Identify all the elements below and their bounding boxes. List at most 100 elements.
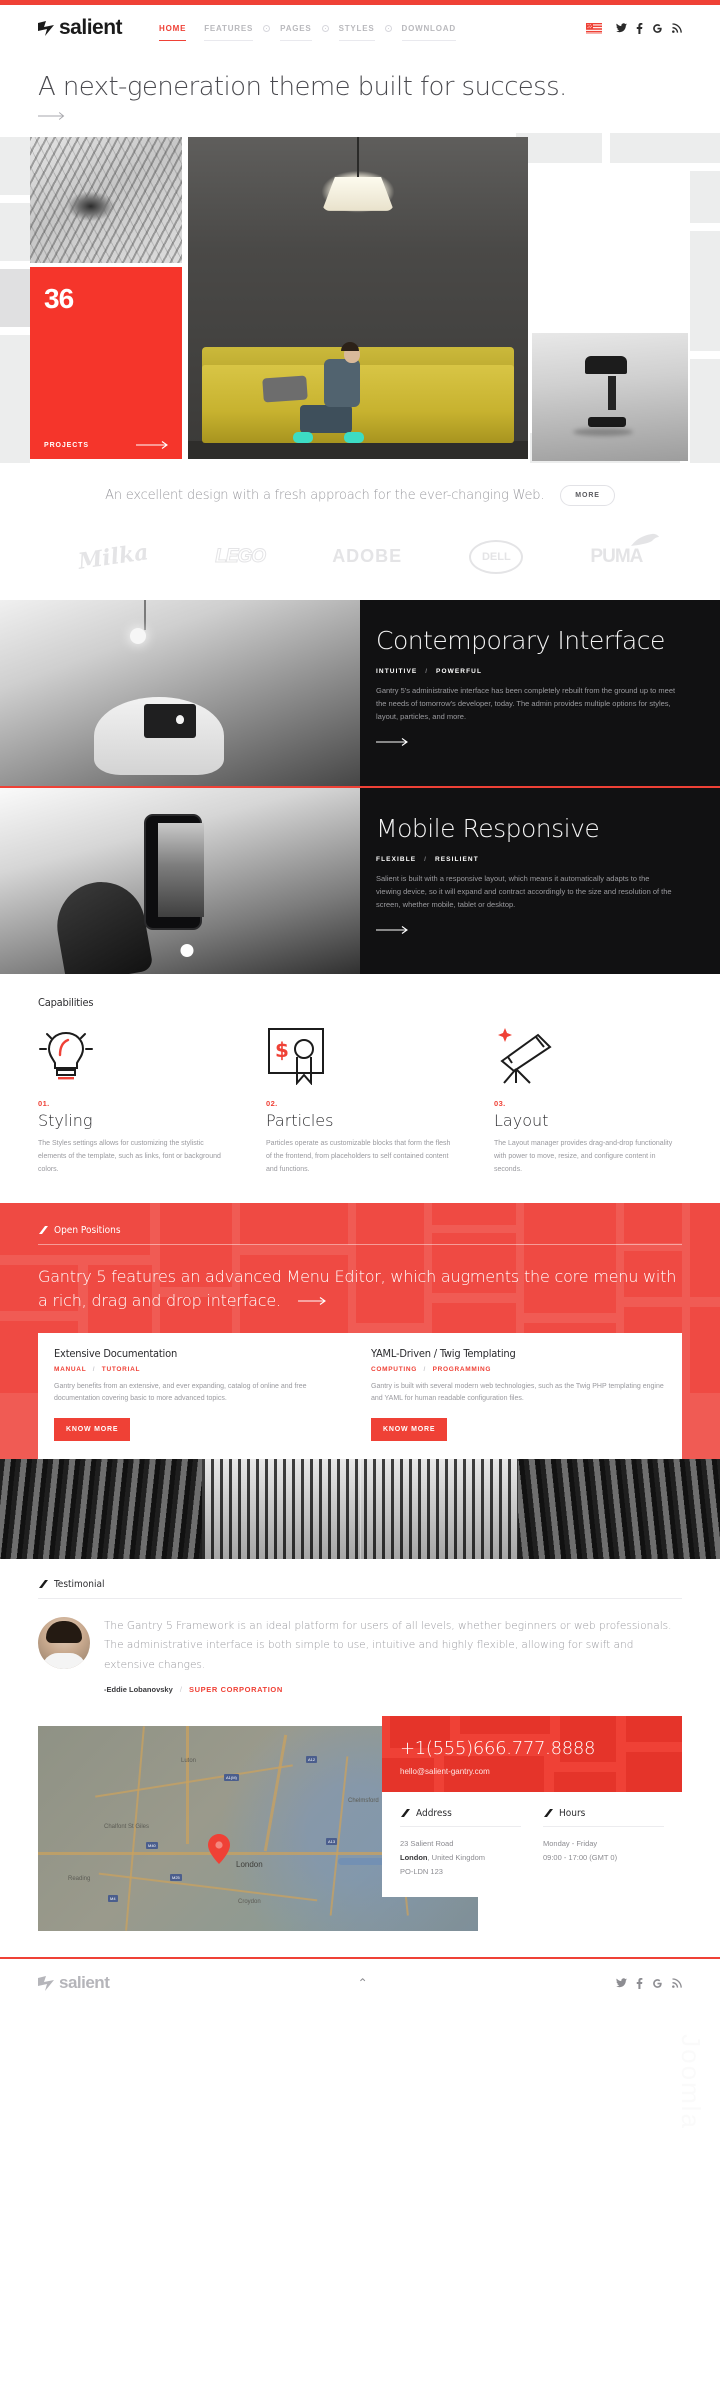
avatar bbox=[38, 1616, 90, 1669]
joomla-watermark: Joomla bbox=[626, 2034, 716, 2320]
hours-lines: Monday - Friday 09:00 - 17:00 (GMT 0) bbox=[543, 1837, 664, 1865]
stat-projects[interactable]: 36 PROJECTS bbox=[30, 266, 182, 459]
facebook-icon[interactable] bbox=[636, 1977, 643, 1989]
capability-number: 02. bbox=[266, 1098, 278, 1108]
contact-email[interactable]: hello@salient-gantry.com bbox=[400, 1767, 664, 1776]
nav-item-styles[interactable]: STYLES bbox=[330, 20, 384, 41]
rss-icon[interactable] bbox=[672, 1978, 682, 1989]
map-shield: M40 bbox=[146, 1842, 158, 1850]
chevron-down-icon[interactable] bbox=[263, 24, 271, 32]
slash-mark-icon bbox=[39, 1579, 48, 1588]
site-header: salient HOME FEATURES PAGES STYLES DOWNL… bbox=[0, 5, 720, 51]
nav-underline bbox=[338, 39, 375, 41]
contact-phone[interactable]: +1(555)666.777.8888 bbox=[400, 1738, 664, 1759]
hours-days: Monday - Friday bbox=[543, 1839, 598, 1849]
site-logo-text: salient bbox=[59, 16, 123, 39]
contact-section: Luton Colchester Chelmsford London Croyd… bbox=[0, 1716, 720, 1951]
arrow-right-icon[interactable] bbox=[38, 109, 68, 123]
arrow-right-icon[interactable] bbox=[376, 737, 410, 747]
capability-title: Layout bbox=[494, 1110, 549, 1130]
card-tag-left[interactable]: MANUAL bbox=[54, 1366, 86, 1373]
map-shield: A1(M) bbox=[224, 1774, 239, 1782]
elephant-photo bbox=[30, 136, 182, 263]
stat-label: PROJECTS bbox=[44, 441, 89, 449]
know-more-button[interactable]: KNOW MORE bbox=[54, 1417, 131, 1441]
more-button[interactable]: MORE bbox=[560, 484, 615, 506]
card-tag-right[interactable]: PROGRAMMING bbox=[433, 1366, 492, 1373]
card-yaml-twig-templating: YAML-Driven / Twig Templating COMPUTING … bbox=[371, 1347, 666, 1441]
nav-label: HOME bbox=[159, 23, 187, 33]
facebook-icon[interactable] bbox=[636, 22, 643, 34]
feature-mobile-responsive: Mobile Responsive FLEXIBLE / RESILIENT S… bbox=[0, 787, 720, 974]
contact-card-header: +1(555)666.777.8888 hello@salient-gantry… bbox=[382, 1716, 682, 1793]
brand-logo-puma: PUMA bbox=[590, 533, 660, 568]
tagline-text: An excellent design with a fresh approac… bbox=[105, 487, 545, 503]
google-plus-icon[interactable] bbox=[652, 23, 663, 34]
know-more-button[interactable]: KNOW MORE bbox=[371, 1417, 448, 1441]
feature-kicker: INTUITIVE / POWERFUL bbox=[376, 668, 690, 675]
footer-logo-text: salient bbox=[59, 1973, 110, 1993]
twitter-icon[interactable] bbox=[616, 23, 627, 33]
nav-label: FEATURES bbox=[204, 23, 254, 33]
address-country: , United Kingdom bbox=[427, 1853, 486, 1863]
twitter-icon[interactable] bbox=[615, 1978, 627, 1988]
main-navigation: HOME FEATURES PAGES STYLES DOWNLOAD bbox=[150, 20, 465, 41]
map-label-chalfont: Chalfont St Giles bbox=[104, 1824, 150, 1831]
arrow-right-icon[interactable] bbox=[297, 1296, 328, 1306]
brand-logo-milka: Milka bbox=[76, 539, 150, 575]
card-tag-right[interactable]: TUTORIAL bbox=[102, 1366, 140, 1373]
capability-description: The Layout manager provides drag-and-dro… bbox=[494, 1139, 673, 1173]
capability-title: Particles bbox=[266, 1110, 334, 1130]
brand-logo-adobe: ADOBE bbox=[332, 546, 403, 567]
capability-icon-wrap bbox=[494, 1025, 682, 1085]
arrow-right-icon[interactable] bbox=[376, 925, 410, 935]
card-title: Extensive Documentation bbox=[54, 1346, 178, 1360]
card-title: YAML-Driven / Twig Templating bbox=[371, 1346, 516, 1360]
man-on-sofa-photo bbox=[188, 136, 528, 459]
testimonial-quote: The Gantry 5 Framework is an ideal platf… bbox=[104, 1619, 672, 1671]
stat-number: 36 bbox=[44, 282, 74, 314]
nav-item-home[interactable]: HOME bbox=[150, 20, 195, 41]
brand-logos-row: Milka LEGO ADOBE DELL PUMA bbox=[0, 522, 720, 600]
kicker-separator: / bbox=[425, 667, 429, 675]
scroll-to-top-button[interactable]: ⌃ bbox=[358, 1976, 368, 1990]
map-shield: A13 bbox=[326, 1838, 338, 1846]
capabilities-section: Capabilities 01. Styling The Styles sett… bbox=[0, 974, 720, 1203]
card-tag-left[interactable]: COMPUTING bbox=[371, 1366, 417, 1373]
hours-heading: Hours bbox=[543, 1808, 664, 1819]
slash-mark-icon bbox=[544, 1809, 553, 1818]
puma-cat-icon bbox=[631, 533, 660, 546]
address-line-1: 23 Salient Road bbox=[400, 1839, 454, 1849]
nav-label: PAGES bbox=[280, 23, 312, 33]
arrow-right-icon bbox=[136, 440, 168, 449]
feature-description: Salient is built with a responsive layou… bbox=[376, 873, 672, 910]
kicker-right: POWERFUL bbox=[436, 667, 483, 675]
rss-icon[interactable] bbox=[672, 23, 682, 33]
map-pin-icon[interactable] bbox=[208, 1834, 230, 1865]
capability-card-styling: 01. Styling The Styles settings allows f… bbox=[38, 1025, 226, 1177]
kicker-separator: / bbox=[424, 855, 428, 863]
google-plus-icon[interactable] bbox=[652, 1978, 663, 1989]
eyebrow-divider bbox=[38, 1597, 682, 1599]
capability-icon-wrap bbox=[38, 1025, 226, 1085]
site-logo[interactable]: salient bbox=[38, 16, 123, 40]
site-footer: salient ⌃ bbox=[0, 1959, 720, 2007]
kicker-right: RESILIENT bbox=[434, 855, 479, 863]
capability-description: Particles operate as customizable blocks… bbox=[266, 1139, 451, 1173]
us-flag-icon[interactable] bbox=[586, 22, 602, 34]
feature-body: Contemporary Interface INTUITIVE / POWER… bbox=[360, 600, 720, 786]
chevron-down-icon[interactable] bbox=[321, 24, 329, 32]
capabilities-grid: 01. Styling The Styles settings allows f… bbox=[38, 1025, 682, 1177]
card-tags: COMPUTING / PROGRAMMING bbox=[371, 1366, 666, 1373]
nav-item-download[interactable]: DOWNLOAD bbox=[393, 20, 465, 41]
chevron-down-icon[interactable] bbox=[384, 24, 392, 32]
feature-body: Mobile Responsive FLEXIBLE / RESILIENT S… bbox=[360, 788, 720, 974]
testimonial-author: -Eddie Lobanovsky bbox=[104, 1685, 173, 1695]
footer-logo[interactable]: salient bbox=[38, 1973, 110, 1993]
eyebrow-divider bbox=[543, 1826, 664, 1828]
nav-item-features[interactable]: FEATURES bbox=[195, 20, 262, 41]
laptop-photo bbox=[0, 599, 360, 786]
nav-item-pages[interactable]: PAGES bbox=[271, 20, 320, 41]
capability-number: 03. bbox=[494, 1098, 506, 1108]
capability-title: Styling bbox=[38, 1110, 93, 1130]
